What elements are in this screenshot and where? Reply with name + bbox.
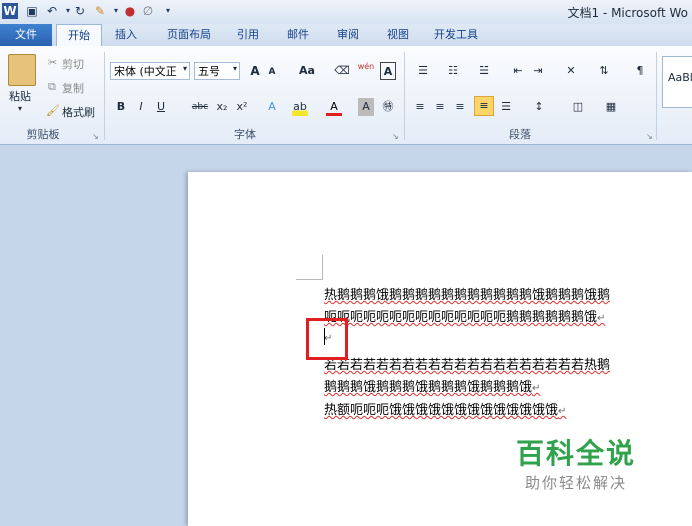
toolbar-more-icon[interactable]: ▾ (160, 3, 176, 19)
paste-dropdown-icon[interactable]: ▾ (18, 104, 22, 113)
watermark-title: 百科全说 (516, 437, 637, 470)
align-center-icon[interactable]: ≡ (432, 98, 448, 116)
tab-view[interactable]: 视图 (378, 24, 418, 46)
font-name-dropdown-icon[interactable]: ▾ (183, 64, 187, 73)
font-group-label: 字体 (234, 128, 256, 141)
ribbon-tabs: 文件 开始 插入 页面布局 引用 邮件 审阅 视图 开发工具 (0, 24, 692, 46)
change-case-button[interactable]: Aa (296, 62, 318, 80)
increase-indent-icon[interactable]: ⇥ (530, 62, 546, 80)
color-icon[interactable]: ● (122, 3, 138, 19)
watermark-subtitle: 助你轻松解决 (525, 474, 628, 492)
enclose-characters-icon[interactable]: ㊕ (380, 98, 396, 116)
tab-file[interactable]: 文件 (0, 24, 52, 46)
paste-icon[interactable] (8, 54, 36, 86)
character-border-icon[interactable]: A (380, 62, 396, 80)
style-gallery-item[interactable]: AaBl (662, 56, 692, 108)
document-line[interactable]: 若若若若若若若若若若若若若若若若若若若若热鹅 (324, 354, 610, 373)
justify-icon[interactable]: ≡ (474, 96, 494, 116)
tab-home[interactable]: 开始 (56, 24, 102, 46)
decrease-indent-icon[interactable]: ⇤ (510, 62, 526, 80)
text-effects-icon[interactable]: A (264, 98, 280, 116)
clipboard-launcher-icon[interactable]: ↘ (92, 133, 100, 141)
tab-review[interactable]: 审阅 (328, 24, 368, 46)
sort-icon[interactable]: ⇅ (596, 62, 612, 80)
bullets-icon[interactable]: ☰ (412, 62, 434, 80)
tab-mailings[interactable]: 邮件 (278, 24, 318, 46)
highlight-box (306, 318, 348, 360)
separator (404, 52, 405, 140)
document-line[interactable]: 热额呃呃呃饿饿饿饿饿饿饿饿饿饿饿饿饿↵ (324, 399, 566, 418)
copy-icon[interactable]: ⧉ (48, 80, 56, 94)
format-painter-button-icon[interactable]: 🖌 (46, 104, 60, 117)
paste-button[interactable]: 粘贴 (9, 88, 31, 104)
document-line[interactable]: 呃呃呃呃呃呃呃呃呃呃呃呃呃呃鹅鹅鹅鹅鹅鹅饿↵ (324, 306, 605, 325)
separator (656, 52, 657, 140)
quick-access-toolbar: W ▣ ↶ ▾ ↻ ✎ ▾ ● ∅ ▾ 文档1 - Microsoft Wo (0, 0, 692, 24)
chinese-layout-icon[interactable]: ✕ (560, 62, 582, 80)
paragraph-launcher-icon[interactable]: ↘ (646, 133, 654, 141)
redo-icon[interactable]: ↻ (72, 3, 88, 19)
clipboard-group-label: 剪贴板 (26, 128, 60, 141)
tab-references[interactable]: 引用 (228, 24, 268, 46)
bold-icon[interactable]: B (114, 98, 128, 116)
document-line[interactable]: 鹅鹅鹅饿鹅鹅鹅饿鹅鹅鹅饿鹅鹅鹅饿↵ (324, 376, 540, 395)
multilevel-list-icon[interactable]: ☱ (472, 62, 496, 80)
show-marks-icon[interactable]: ¶ (632, 62, 648, 80)
borders-icon[interactable]: ▦ (600, 98, 622, 116)
shading-icon[interactable]: ◫ (566, 98, 590, 116)
grow-font-button[interactable]: A (247, 62, 263, 80)
character-shading-icon[interactable]: A (358, 98, 374, 116)
cut-icon[interactable]: ✂ (48, 56, 57, 69)
style-sample: AaBl (668, 71, 692, 84)
paragraph-group-label: 段落 (509, 128, 531, 141)
window-title: 文档1 - Microsoft Wo (567, 6, 688, 20)
clear-format-icon[interactable]: ⌫ (334, 62, 350, 80)
align-right-icon[interactable]: ≡ (452, 98, 468, 116)
superscript-icon[interactable]: x² (234, 98, 250, 116)
font-color-icon[interactable]: A (326, 98, 342, 116)
draw-icon[interactable]: ∅ (140, 3, 156, 19)
copy-button[interactable]: 复制 (62, 80, 84, 96)
distributed-icon[interactable]: ☰ (498, 98, 514, 116)
font-launcher-icon[interactable]: ↘ (392, 133, 400, 141)
format-painter-button[interactable]: 格式刷 (62, 104, 95, 120)
tab-page-layout[interactable]: 页面布局 (156, 24, 222, 46)
shrink-font-button[interactable]: A (265, 63, 279, 81)
tab-insert[interactable]: 插入 (108, 24, 144, 46)
align-left-icon[interactable]: ≡ (412, 98, 428, 116)
margin-marker (296, 255, 323, 280)
document-line[interactable]: 热鹅鹅鹅饿鹅鹅鹅鹅鹅鹅鹅鹅鹅鹅鹅饿鹅鹅鹅饿鹅 (324, 284, 610, 303)
save-icon[interactable]: ▣ (24, 3, 40, 19)
strikethrough-icon[interactable]: abc (190, 98, 210, 116)
font-size-dropdown-icon[interactable]: ▾ (233, 64, 237, 73)
separator (104, 52, 105, 140)
word-logo-icon[interactable]: W (2, 3, 18, 19)
subscript-icon[interactable]: x₂ (214, 98, 230, 116)
highlight-color-icon[interactable]: ab (292, 98, 308, 116)
numbering-icon[interactable]: ☷ (442, 62, 464, 80)
italic-icon[interactable]: I (134, 98, 148, 116)
undo-icon[interactable]: ↶ (44, 3, 60, 19)
tab-developer[interactable]: 开发工具 (426, 24, 486, 46)
phonetic-guide-button[interactable]: wén (356, 58, 376, 76)
cut-button[interactable]: 剪切 (62, 56, 84, 72)
underline-icon[interactable]: U (154, 98, 168, 116)
font-name-select[interactable]: 宋体 (中文正 (110, 62, 190, 80)
ribbon: 粘贴 ▾ ✂ 剪切 ⧉ 复制 🖌 格式刷 剪贴板 ↘ 宋体 (中文正 ▾ 五号 … (0, 46, 692, 145)
format-painter-icon[interactable]: ✎ (92, 3, 108, 19)
line-spacing-icon[interactable]: ↕ (528, 98, 550, 116)
